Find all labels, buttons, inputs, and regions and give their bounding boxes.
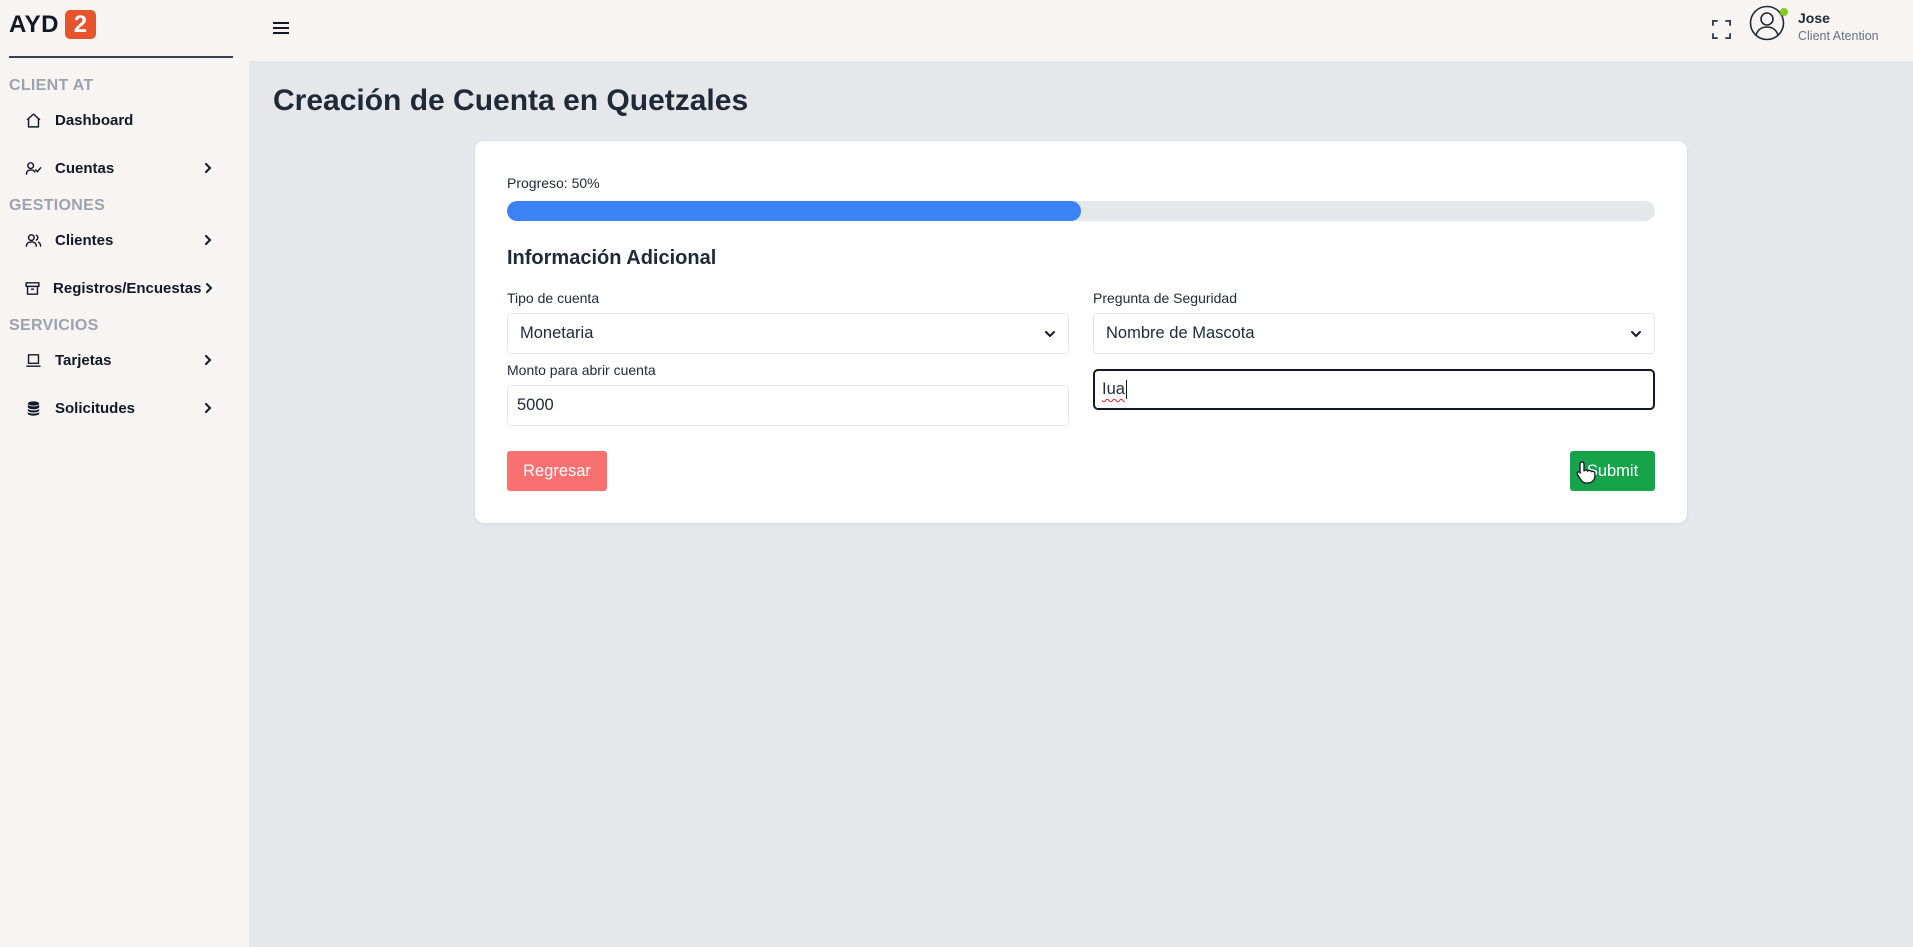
progress-bar-fill	[507, 201, 1081, 221]
security-answer-input[interactable]: Iua	[1093, 369, 1655, 410]
sidebar-item-label: Clientes	[55, 231, 114, 249]
back-button[interactable]: Regresar	[507, 451, 607, 491]
account-type-select[interactable]: Monetaria	[507, 313, 1069, 354]
page-title: Creación de Cuenta en Quetzales	[273, 84, 749, 117]
sidebar: AYD 2 CLIENT AT Dashboard Cuentas GESTIO…	[0, 0, 249, 947]
opening-amount-value: 5000	[517, 396, 554, 414]
account-form-card: Progreso: 50% Información Adicional Tipo…	[475, 141, 1687, 523]
account-type-label: Tipo de cuenta	[507, 290, 600, 306]
chevron-right-icon	[200, 160, 216, 176]
sidebar-item-dashboard[interactable]: Dashboard	[22, 107, 222, 133]
sidebar-item-registros-encuestas[interactable]: Registros/Encuestas	[22, 275, 222, 301]
hamburger-icon	[273, 22, 289, 34]
laptop-icon	[22, 349, 44, 371]
security-question-value: Nombre de Mascota	[1106, 324, 1255, 342]
sidebar-item-clientes[interactable]: Clientes	[22, 227, 222, 253]
user-check-icon	[22, 157, 44, 179]
account-type-value: Monetaria	[520, 324, 594, 342]
chevron-right-icon	[201, 280, 216, 296]
top-header: Jose Client Atention	[249, 0, 1913, 61]
logo-badge: 2	[64, 10, 96, 39]
security-question-label: Pregunta de Seguridad	[1093, 290, 1237, 306]
sidebar-item-label: Tarjetas	[55, 351, 112, 369]
chevron-right-icon	[200, 232, 216, 248]
sidebar-section-client-at: CLIENT AT	[9, 77, 94, 94]
archive-icon	[22, 277, 42, 299]
sidebar-item-label: Solicitudes	[55, 399, 136, 417]
users-icon	[22, 229, 44, 251]
online-status-dot	[1780, 8, 1788, 16]
chevron-down-icon	[1631, 330, 1641, 337]
sidebar-item-solicitudes[interactable]: Solicitudes	[22, 395, 222, 421]
chevron-right-icon	[200, 400, 216, 416]
sidebar-section-servicios: SERVICIOS	[9, 317, 99, 334]
fullscreen-icon	[1711, 19, 1731, 39]
logo-divider	[9, 56, 233, 58]
opening-amount-input[interactable]: 5000	[507, 385, 1069, 426]
sidebar-item-tarjetas[interactable]: Tarjetas	[22, 347, 222, 373]
sidebar-item-label: Cuentas	[55, 159, 115, 177]
chevron-right-icon	[200, 352, 216, 368]
sidebar-item-label: Dashboard	[55, 111, 134, 129]
hamburger-menu-button[interactable]	[269, 16, 293, 40]
security-answer-value: Iua	[1102, 380, 1125, 398]
progress-label: Progreso: 50%	[507, 175, 600, 191]
home-icon	[22, 109, 44, 131]
app-logo[interactable]: AYD 2	[9, 10, 96, 39]
user-name: Jose	[1798, 10, 1830, 26]
chevron-down-icon	[1045, 330, 1055, 337]
hand-pointer-cursor-icon	[1576, 461, 1596, 484]
fullscreen-button[interactable]	[1706, 14, 1736, 44]
sidebar-item-label: Registros/Encuestas	[53, 279, 202, 297]
sidebar-item-cuentas[interactable]: Cuentas	[22, 155, 222, 181]
security-question-select[interactable]: Nombre de Mascota	[1093, 313, 1655, 354]
progress-bar	[507, 201, 1655, 221]
logo-text: AYD	[9, 10, 59, 38]
opening-amount-label: Monto para abrir cuenta	[507, 362, 656, 378]
sidebar-section-gestiones: GESTIONES	[9, 197, 106, 214]
user-role: Client Atention	[1798, 29, 1879, 43]
section-title: Información Adicional	[507, 247, 717, 269]
database-icon	[22, 397, 44, 419]
text-caret	[1125, 380, 1127, 399]
